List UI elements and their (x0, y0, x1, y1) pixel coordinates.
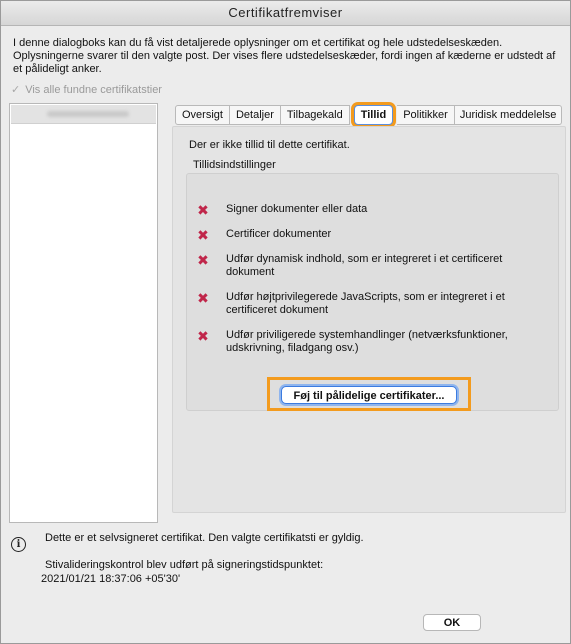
x-icon: ✖ (197, 202, 209, 218)
intro-text: I denne dialogboks kan du få vist detalj… (13, 37, 556, 75)
info-icon: i (11, 537, 26, 552)
tab-juridisk-meddelelse[interactable]: Juridisk meddelelse (454, 105, 563, 125)
show-all-label: Vis alle fundne certifikatstier (25, 83, 162, 96)
x-icon: ✖ (197, 227, 209, 243)
tab-bar: Oversigt Detaljer Tilbagekald Tillid Pol… (175, 105, 563, 125)
x-icon: ✖ (197, 290, 209, 306)
trust-setting-label: Udfør dynamisk indhold, som er integrere… (226, 253, 503, 278)
trust-settings-label: Tillidsindstillinger (193, 159, 276, 171)
tab-detaljer[interactable]: Detaljer (229, 105, 281, 125)
x-icon: ✖ (197, 328, 209, 344)
tab-politikker[interactable]: Politikker (397, 105, 455, 125)
trust-setting-label: Udfør højtprivilegerede JavaScripts, som… (226, 291, 505, 316)
window-title: Certifikatfremviser (1, 1, 570, 26)
trust-setting-javascript: ✖ Udfør højtprivilegerede JavaScripts, s… (196, 291, 536, 317)
trust-setting-dynamic-content: ✖ Udfør dynamisk indhold, som er integre… (196, 253, 536, 279)
trust-setting-label: Certificer dokumenter (226, 228, 332, 240)
tab-tillid[interactable]: Tillid (353, 105, 394, 125)
trust-setting-certify: ✖ Certificer dokumenter (196, 228, 536, 242)
x-icon: ✖ (197, 252, 209, 268)
trust-setting-label: Udfør priviligerede systemhandlinger (ne… (226, 329, 508, 354)
certificate-path-list[interactable] (9, 103, 158, 523)
show-all-checkbox[interactable]: ✓ Vis alle fundne certifikatstier (11, 83, 162, 97)
certificate-path-item[interactable] (11, 105, 156, 124)
redacted-certificate-name (47, 111, 129, 117)
trust-setting-system-operations: ✖ Udfør priviligerede systemhandlinger (… (196, 329, 536, 355)
validation-label: Stivalideringskontrol blev udført på sig… (45, 559, 324, 571)
ok-button[interactable]: OK (423, 614, 481, 631)
trust-setting-label: Signer dokumenter eller data (226, 203, 368, 215)
tab-tilbagekald[interactable]: Tilbagekald (280, 105, 350, 125)
checkmark-icon: ✓ (11, 84, 21, 96)
trust-setting-sign: ✖ Signer dokumenter eller data (196, 203, 536, 217)
trust-message: Der er ikke tillid til dette certifikat. (189, 139, 350, 151)
tab-oversigt[interactable]: Oversigt (175, 105, 230, 125)
self-signed-status: Dette er et selvsigneret certifikat. Den… (45, 532, 364, 544)
validation-time: 2021/01/21 18:37:06 +05'30' (41, 573, 181, 585)
add-to-trusted-button[interactable]: Føj til pålidelige certifikater... (281, 386, 457, 404)
certificate-viewer-window: Certifikatfremviser I denne dialogboks k… (0, 0, 571, 644)
